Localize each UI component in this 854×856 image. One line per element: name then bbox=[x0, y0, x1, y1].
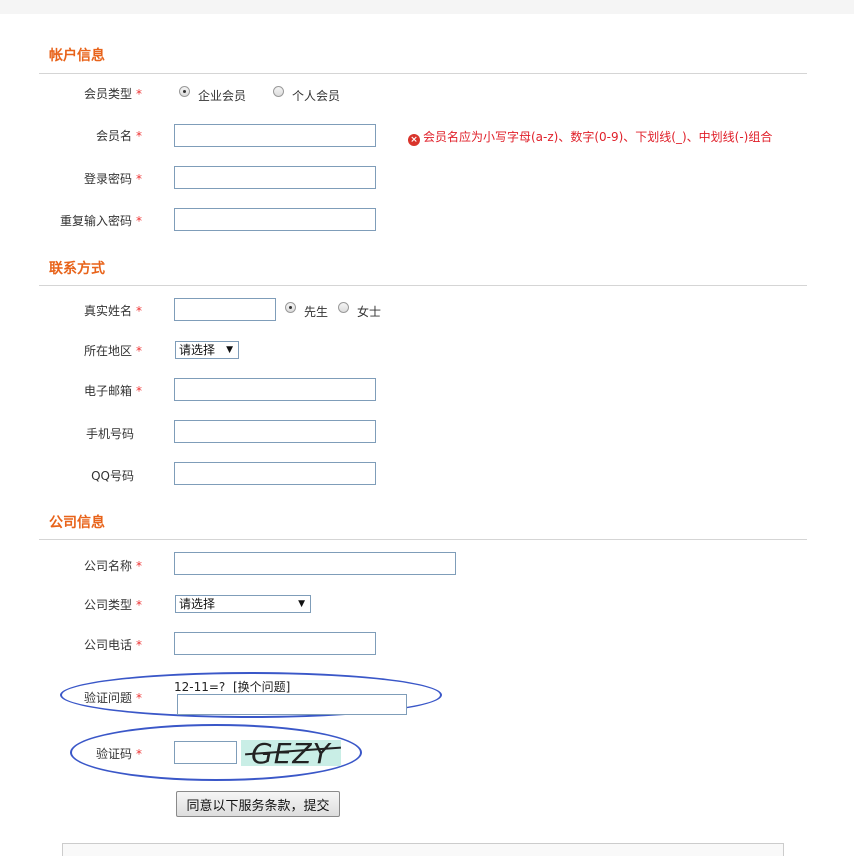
gender-female-label[interactable]: 女士 bbox=[357, 303, 381, 320]
company-name-input[interactable] bbox=[174, 552, 456, 575]
member-name-error: × 会员名应为小写字母(a-z)、数字(0-9)、下划线(_)、中划线(-)组合 bbox=[408, 128, 772, 146]
region-label: 所在地区 * bbox=[83, 344, 142, 358]
verify-question-label: 验证问题 * bbox=[83, 691, 142, 705]
gender-female-radio[interactable] bbox=[338, 302, 349, 313]
captcha-image[interactable]: GEZY bbox=[241, 740, 341, 766]
gender-male-label[interactable]: 先生 bbox=[304, 303, 328, 320]
real-name-label: 真实姓名 * bbox=[83, 304, 142, 318]
member-type-personal-label[interactable]: 个人会员 bbox=[292, 87, 340, 104]
qq-input[interactable] bbox=[174, 462, 376, 485]
gender-male-radio[interactable] bbox=[285, 302, 296, 313]
submit-button[interactable]: 同意以下服务条款，提交 bbox=[176, 791, 340, 817]
section-divider bbox=[39, 73, 807, 74]
company-type-select[interactable]: 请选择 ▼ bbox=[175, 595, 311, 613]
change-question-link[interactable]: [换个问题] bbox=[233, 680, 290, 694]
password-confirm-label: 重复输入密码 * bbox=[59, 214, 142, 228]
member-name-input[interactable] bbox=[174, 124, 376, 147]
member-type-enterprise-radio[interactable] bbox=[179, 86, 190, 97]
top-bar bbox=[0, 0, 854, 14]
region-select[interactable]: 请选择 ▼ bbox=[175, 341, 239, 359]
password-label: 登录密码 * bbox=[83, 172, 142, 186]
error-icon: × bbox=[408, 134, 420, 146]
company-phone-label: 公司电话 * bbox=[83, 638, 142, 652]
email-label: 电子邮箱 * bbox=[83, 384, 142, 398]
member-type-enterprise-label[interactable]: 企业会员 bbox=[198, 87, 246, 104]
company-type-label: 公司类型 * bbox=[83, 598, 142, 612]
section-title-company: 公司信息 bbox=[49, 515, 105, 531]
terms-box[interactable] bbox=[62, 843, 784, 856]
dropdown-arrow-icon: ▼ bbox=[226, 345, 233, 355]
member-name-label: 会员名 * bbox=[95, 129, 142, 143]
password-confirm-input[interactable] bbox=[174, 208, 376, 231]
company-phone-input[interactable] bbox=[174, 632, 376, 655]
captcha-input[interactable] bbox=[174, 741, 237, 764]
mobile-label: 手机号码 bbox=[85, 427, 134, 441]
verify-answer-input[interactable] bbox=[177, 694, 407, 715]
qq-label: QQ号码 bbox=[91, 469, 134, 483]
company-name-label: 公司名称 * bbox=[83, 559, 142, 573]
mobile-input[interactable] bbox=[174, 420, 376, 443]
dropdown-arrow-icon: ▼ bbox=[298, 599, 305, 609]
real-name-input[interactable] bbox=[174, 298, 276, 321]
verify-question-text: 12-11=? [换个问题] bbox=[174, 680, 291, 694]
section-title-contact: 联系方式 bbox=[49, 261, 105, 277]
member-type-label: 会员类型 * bbox=[83, 87, 142, 101]
password-input[interactable] bbox=[174, 166, 376, 189]
captcha-label: 验证码 * bbox=[95, 747, 142, 761]
member-type-personal-radio[interactable] bbox=[273, 86, 284, 97]
section-title-account: 帐户信息 bbox=[49, 48, 105, 64]
section-divider bbox=[39, 285, 807, 286]
section-divider bbox=[39, 539, 807, 540]
email-input[interactable] bbox=[174, 378, 376, 401]
